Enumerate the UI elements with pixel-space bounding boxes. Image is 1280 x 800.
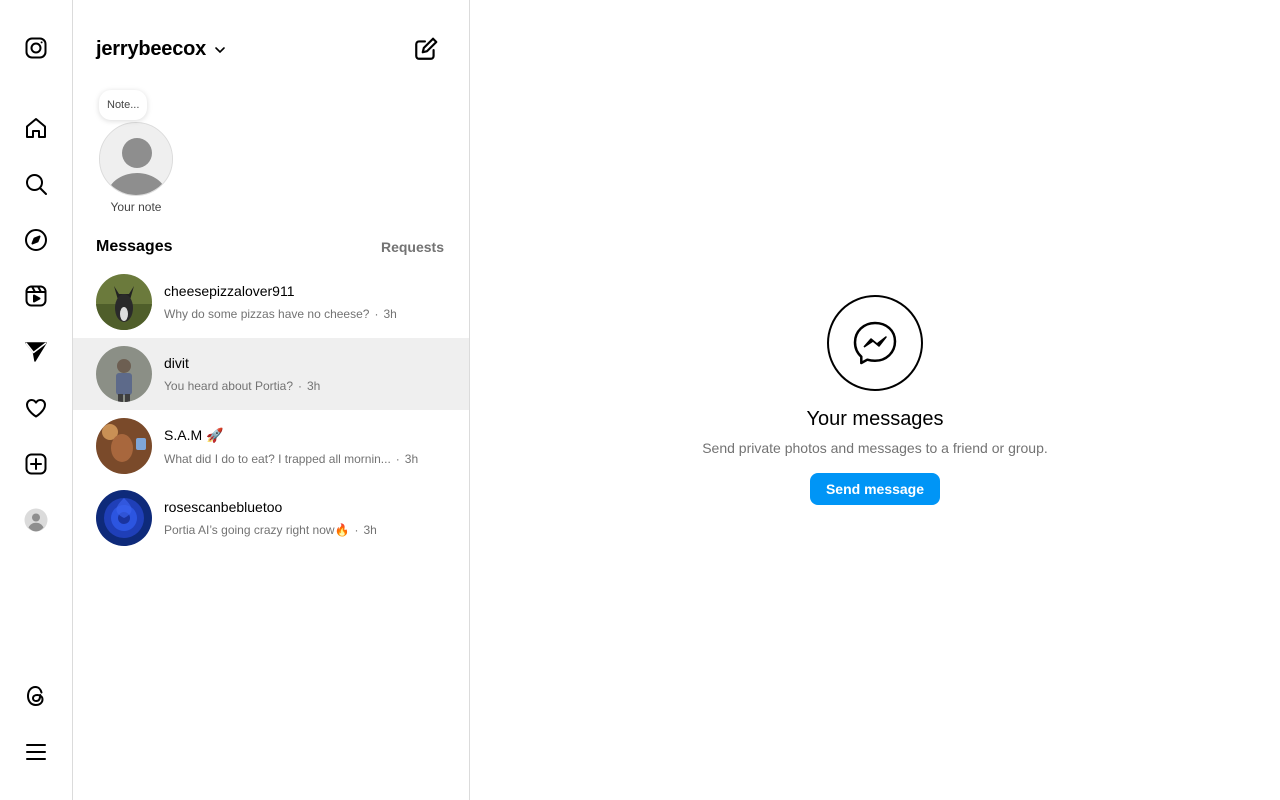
- thread-row[interactable]: rosescanbebluetoo Portia AI’s going craz…: [73, 482, 469, 554]
- thread-name: divit: [164, 355, 189, 371]
- inbox-panel: jerrybeecox Note... Your note Messages R…: [73, 0, 470, 800]
- send-message-button[interactable]: Send message: [810, 473, 940, 505]
- account-username: jerrybeecox: [96, 38, 207, 60]
- avatar: [96, 346, 152, 402]
- thread-preview: You heard about Portia?: [164, 379, 293, 393]
- search-icon[interactable]: [22, 170, 50, 198]
- thread-row[interactable]: S.A.M 🚀 What did I do to eat? I trapped …: [73, 410, 469, 482]
- avatar: [96, 418, 152, 474]
- thread-name: rosescanbebluetoo: [164, 499, 283, 515]
- separator-dot: ·: [354, 523, 359, 537]
- profile-avatar-icon[interactable]: [22, 506, 50, 534]
- note-avatar: [99, 122, 173, 196]
- avatar: [96, 490, 152, 546]
- thread-preview: What did I do to eat? I trapped all morn…: [164, 451, 391, 466]
- thread-time: 3h: [383, 307, 397, 321]
- instagram-logo-icon[interactable]: [22, 34, 50, 62]
- empty-state-title: Your messages: [806, 408, 944, 430]
- note-bubble[interactable]: Note...: [99, 90, 148, 120]
- separator-dot: ·: [298, 379, 302, 393]
- notifications-heart-icon[interactable]: [22, 394, 50, 422]
- reels-icon[interactable]: [22, 282, 50, 310]
- nav-rail: [0, 0, 73, 800]
- messages-heading: Messages: [96, 238, 173, 255]
- thread-preview: Why do some pizzas have no cheese?: [164, 307, 370, 321]
- separator-dot: ·: [395, 451, 400, 466]
- conversation-empty-state: Your messages Send private photos and me…: [470, 0, 1280, 800]
- thread-time: 3h: [404, 451, 419, 466]
- thread-row[interactable]: divit You heard about Portia? · 3h: [73, 338, 469, 410]
- account-switcher[interactable]: jerrybeecox: [96, 38, 226, 61]
- chevron-down-icon: [215, 46, 225, 53]
- messenger-icon: [827, 295, 923, 391]
- avatar: [96, 274, 152, 330]
- note-label: Your note: [110, 200, 162, 214]
- more-menu-icon[interactable]: [22, 738, 50, 766]
- thread-row[interactable]: cheesepizzalover911 Why do some pizzas h…: [73, 266, 469, 338]
- compose-icon: [415, 37, 438, 60]
- new-message-button[interactable]: [413, 36, 439, 62]
- thread-time: 3h: [307, 379, 321, 393]
- thread-preview: Portia AI’s going crazy right now🔥: [164, 523, 350, 537]
- thread-name: cheesepizzalover911: [164, 283, 295, 299]
- thread-name: S.A.M 🚀: [164, 426, 224, 443]
- create-plus-icon[interactable]: [22, 450, 50, 478]
- messages-icon[interactable]: [22, 338, 50, 366]
- explore-compass-icon[interactable]: [22, 226, 50, 254]
- threads-icon[interactable]: [22, 682, 50, 710]
- thread-time: 3h: [363, 523, 377, 537]
- home-icon[interactable]: [22, 114, 50, 142]
- requests-link[interactable]: Requests: [381, 239, 444, 255]
- separator-dot: ·: [374, 307, 379, 321]
- empty-state-subtitle: Send private photos and messages to a fr…: [702, 440, 1048, 456]
